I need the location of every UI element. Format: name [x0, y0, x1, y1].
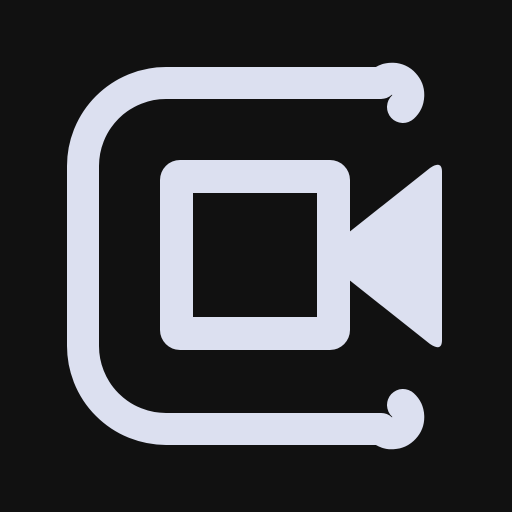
video-camera-app-icon — [0, 0, 512, 512]
app-icon — [0, 0, 512, 512]
